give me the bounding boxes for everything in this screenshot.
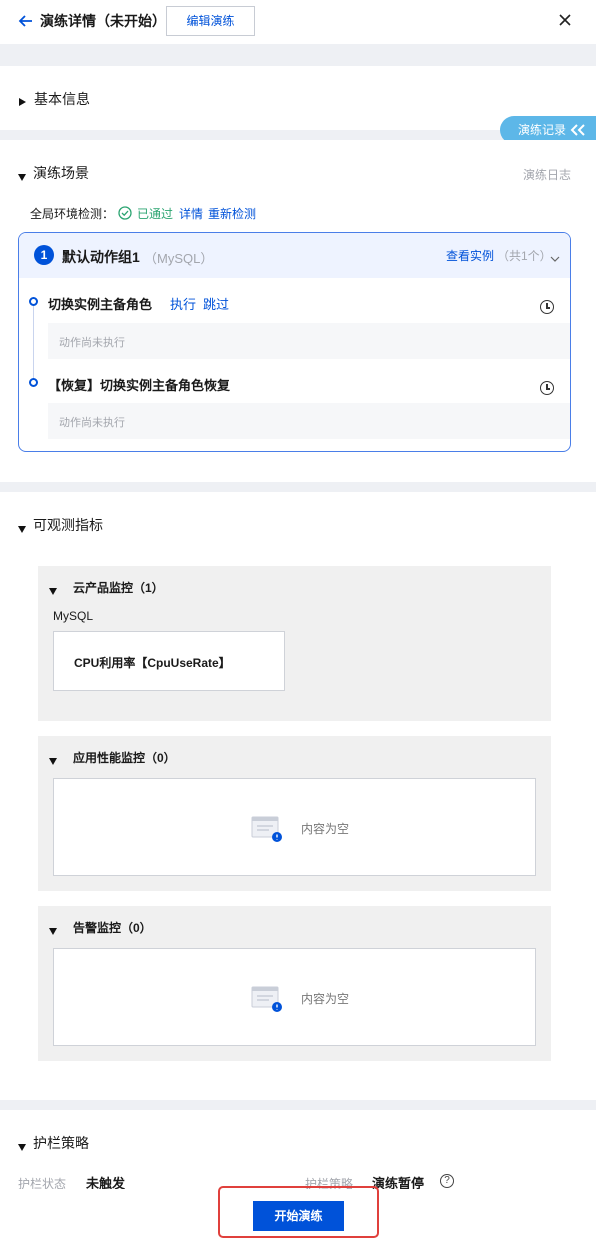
- group-name: 默认动作组1: [62, 249, 140, 265]
- empty-state-box: 内容为空: [53, 778, 536, 876]
- drill-record-label: 演练记录: [518, 123, 567, 137]
- step-status-box: 动作尚未执行: [48, 323, 570, 359]
- action-group-card: 1 默认动作组1 （MySQL） 查看实例 （共1个） 切换实例主备角色 执行 …: [18, 232, 571, 452]
- step-status-box: 动作尚未执行: [48, 403, 570, 439]
- basic-info-title[interactable]: 基本信息: [34, 90, 90, 108]
- collapse-caret-icon[interactable]: [49, 753, 57, 768]
- alarm-monitor-card: 告警监控（0） 内容为空: [38, 906, 551, 1061]
- alarm-monitor-title[interactable]: 告警监控（0）: [73, 919, 152, 936]
- step-dot: [29, 378, 38, 387]
- drill-log-link[interactable]: 演练日志: [523, 166, 571, 183]
- collapse-caret-icon[interactable]: [18, 521, 26, 536]
- group-index-badge: 1: [34, 245, 54, 265]
- empty-text: 内容为空: [301, 992, 350, 1006]
- apm-monitor-card: 应用性能监控（0） 内容为空: [38, 736, 551, 891]
- clock-icon[interactable]: [540, 381, 554, 395]
- cloud-monitor-card: 云产品监控（1） MySQL CPU利用率【CpuUseRate】: [38, 566, 551, 721]
- cloud-monitor-title[interactable]: 云产品监控（1）: [73, 579, 164, 596]
- step-skip-link[interactable]: 跳过: [203, 294, 229, 313]
- step-2-status: 动作尚未执行: [59, 417, 125, 429]
- env-check-label: 全局环境检测：: [30, 207, 115, 221]
- metric-card[interactable]: CPU利用率【CpuUseRate】: [53, 631, 285, 691]
- step-connector: [33, 306, 34, 382]
- collapse-caret-icon[interactable]: [49, 923, 57, 938]
- empty-state-box: 内容为空: [53, 948, 536, 1046]
- close-icon[interactable]: [556, 10, 574, 30]
- chevron-down-icon[interactable]: [550, 251, 560, 266]
- empty-text: 内容为空: [301, 822, 350, 836]
- step-2-name: 【恢复】切换实例主备角色恢复: [48, 378, 231, 393]
- collapse-caret-icon[interactable]: [18, 169, 26, 184]
- step-1-status: 动作尚未执行: [59, 337, 125, 349]
- apm-monitor-title[interactable]: 应用性能监控（0）: [73, 749, 176, 766]
- env-recheck-link[interactable]: 重新检测: [208, 205, 256, 222]
- page-header: 演练详情（未开始） 编辑演练: [0, 0, 596, 44]
- back-arrow-icon[interactable]: [18, 11, 34, 31]
- expand-caret-icon[interactable]: [19, 94, 26, 109]
- step-dot: [29, 297, 38, 306]
- action-group-header: 1 默认动作组1 （MySQL） 查看实例 （共1个）: [19, 233, 570, 278]
- double-chevron-left-icon: [570, 124, 585, 136]
- product-name: MySQL: [53, 609, 94, 623]
- metrics-title[interactable]: 可观测指标: [33, 516, 103, 534]
- instance-count: （共1个）: [497, 249, 552, 263]
- collapse-caret-icon[interactable]: [18, 1139, 26, 1154]
- group-type: （MySQL）: [144, 251, 214, 266]
- scene-title[interactable]: 演练场景: [33, 164, 89, 182]
- page-title: 演练详情（未开始）: [40, 13, 166, 29]
- metrics-section: 可观测指标 云产品监控（1） MySQL CPU利用率【CpuUseRate】 …: [0, 492, 596, 1100]
- guardrail-title[interactable]: 护栏策略: [33, 1134, 89, 1152]
- env-check-status: 已通过: [137, 207, 174, 221]
- highlight-box: [218, 1186, 379, 1238]
- step-1-name: 切换实例主备角色: [48, 297, 153, 312]
- empty-list-icon: [251, 815, 282, 842]
- edit-drill-button[interactable]: 编辑演练: [166, 6, 255, 36]
- step-execute-link[interactable]: 执行: [170, 294, 196, 313]
- help-icon[interactable]: ?: [440, 1174, 454, 1188]
- clock-icon[interactable]: [540, 300, 554, 314]
- empty-list-icon: [251, 985, 282, 1012]
- metric-name: CPU利用率【CpuUseRate】: [74, 656, 231, 670]
- env-check-detail-link[interactable]: 详情: [179, 205, 203, 222]
- check-circle-icon: [118, 206, 132, 223]
- guardrail-section: 护栏策略 护栏状态 未触发 护栏策略 演练暂停 ?: [0, 1110, 596, 1191]
- collapse-caret-icon[interactable]: [49, 583, 57, 598]
- view-instances-link[interactable]: 查看实例: [446, 247, 494, 264]
